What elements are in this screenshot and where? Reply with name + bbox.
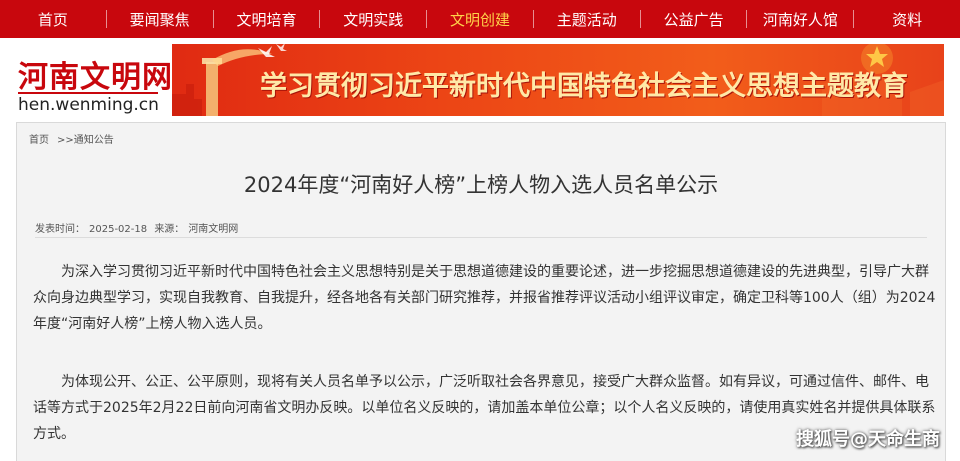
theme-banner: 学习贯彻习近平新时代中国特色社会主义思想主题教育 (172, 44, 944, 116)
publish-time: 2025-02-18 (89, 224, 148, 235)
nav-home[interactable]: 首页 (0, 0, 106, 38)
site-banner: 河南文明网 hen.wenming.cn 学习贯彻习近平新时代中国特色社会主义思… (0, 38, 960, 120)
nav-civilization-practice[interactable]: 文明实践 (320, 0, 426, 38)
logo-underline (18, 92, 158, 94)
nav-henan-good-people[interactable]: 河南好人馆 (747, 0, 853, 38)
article-panel: 首页 >>通知公告 2024年度“河南好人榜”上榜人物入选人员名单公示 发表时间：… (16, 122, 946, 461)
theme-banner-text: 学习贯彻习近平新时代中国特色社会主义思想主题教育 (260, 71, 908, 102)
nav-theme-activities[interactable]: 主题活动 (534, 0, 640, 38)
logo-domain-text: hen.wenming.cn (18, 95, 159, 115)
article-meta: 发表时间： 2025-02-18 来源： 河南文明网 (35, 220, 242, 235)
logo-chinese-text: 河南文明网 (18, 60, 173, 95)
breadcrumb: 首页 >>通知公告 (29, 131, 122, 146)
nav-civilization-creation[interactable]: 文明创建 (427, 0, 533, 38)
meta-divider (35, 237, 927, 238)
nav-resources[interactable]: 资料 (854, 0, 960, 38)
nav-public-ads[interactable]: 公益广告 (641, 0, 747, 38)
source-label: 来源： (154, 224, 185, 235)
source-name: 河南文明网 (188, 224, 239, 235)
breadcrumb-section-link[interactable]: >>通知公告 (57, 135, 114, 146)
breadcrumb-home-link[interactable]: 首页 (29, 135, 49, 146)
nav-news-focus[interactable]: 要闻聚焦 (107, 0, 213, 38)
article-title: 2024年度“河南好人榜”上榜人物入选人员名单公示 (243, 173, 719, 197)
article-paragraph-1: 为深入学习贯彻习近平新时代中国特色社会主义思想特别是关于思想道德建设的重要论述，… (33, 264, 936, 332)
source-watermark: 搜狐号@天命生商 (796, 429, 940, 450)
publish-time-label: 发表时间： (35, 224, 85, 235)
top-nav: 首页 要闻聚焦 文明培育 文明实践 文明创建 主题活动 公益广告 河南好人馆 资… (0, 0, 960, 38)
site-logo[interactable]: 河南文明网 hen.wenming.cn (14, 48, 172, 115)
nav-civilization-cultivation[interactable]: 文明培育 (214, 0, 320, 38)
